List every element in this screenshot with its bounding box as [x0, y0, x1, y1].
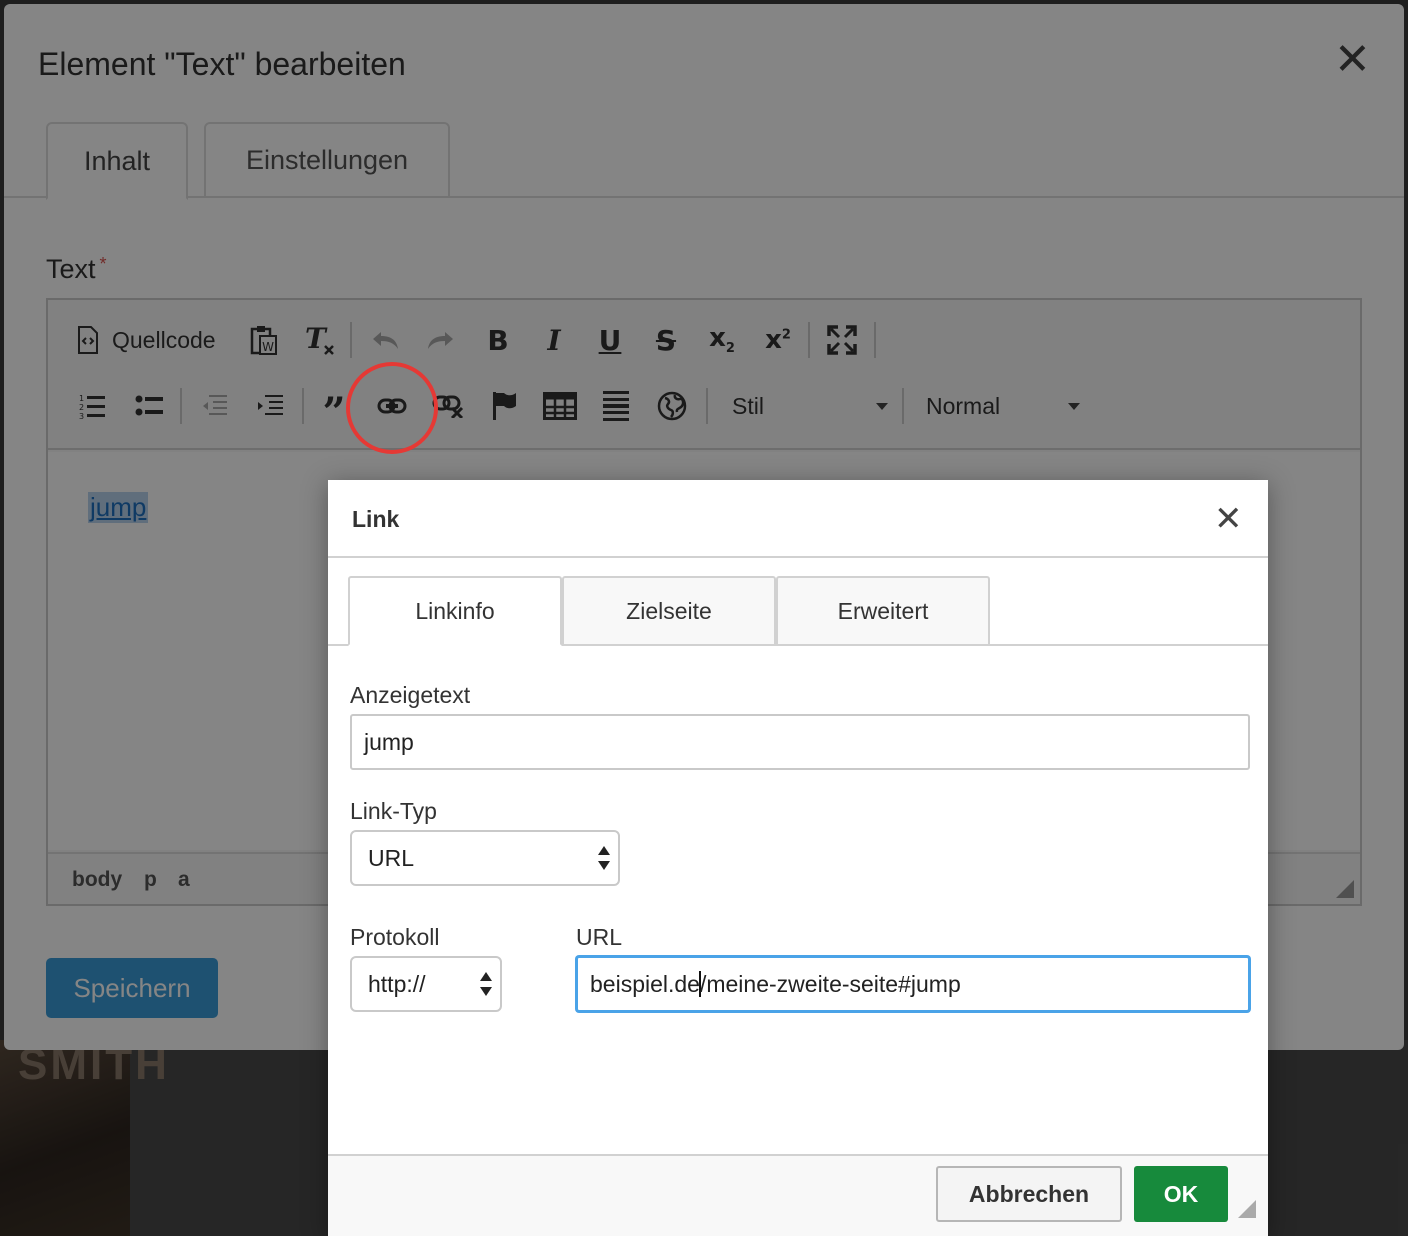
dialog-footer: Abbrechen OK	[328, 1156, 1268, 1236]
url-label: URL	[576, 924, 623, 950]
url-input[interactable]: beispiel.de/meine-zweite-seite#jump	[576, 956, 1250, 1012]
protocol-select[interactable]: http://	[350, 956, 502, 1012]
link-dialog-title: Link	[352, 506, 400, 532]
close-icon[interactable]: ✕	[1214, 502, 1243, 536]
resize-handle-icon[interactable]	[1238, 1200, 1256, 1218]
link-type-label: Link-Typ	[350, 798, 437, 824]
ok-button[interactable]: OK	[1134, 1166, 1228, 1222]
tab-erweitert[interactable]: Erweitert	[776, 576, 990, 646]
dialog-header-divider	[328, 556, 1268, 558]
url-value-end: /meine-zweite-seite#jump	[699, 970, 961, 997]
url-value-start: beispiel.de	[590, 970, 700, 997]
annotation-circle	[346, 362, 438, 454]
tab-linkinfo[interactable]: Linkinfo	[348, 576, 562, 646]
tab-zielseite[interactable]: Zielseite	[562, 576, 776, 646]
protocol-value: http://	[368, 970, 426, 997]
display-text-input[interactable]: jump	[350, 714, 1250, 770]
link-type-value: URL	[368, 844, 415, 871]
select-arrows-icon	[598, 846, 610, 872]
display-text-value: jump	[364, 728, 414, 755]
link-dialog: Link ✕ Linkinfo Zielseite Erweitert Anze…	[328, 480, 1268, 1236]
protocol-label: Protokoll	[350, 924, 440, 950]
display-text-label: Anzeigetext	[350, 682, 471, 708]
cancel-button[interactable]: Abbrechen	[936, 1166, 1122, 1222]
link-type-select[interactable]: URL	[350, 830, 620, 886]
select-arrows-icon	[480, 972, 492, 998]
